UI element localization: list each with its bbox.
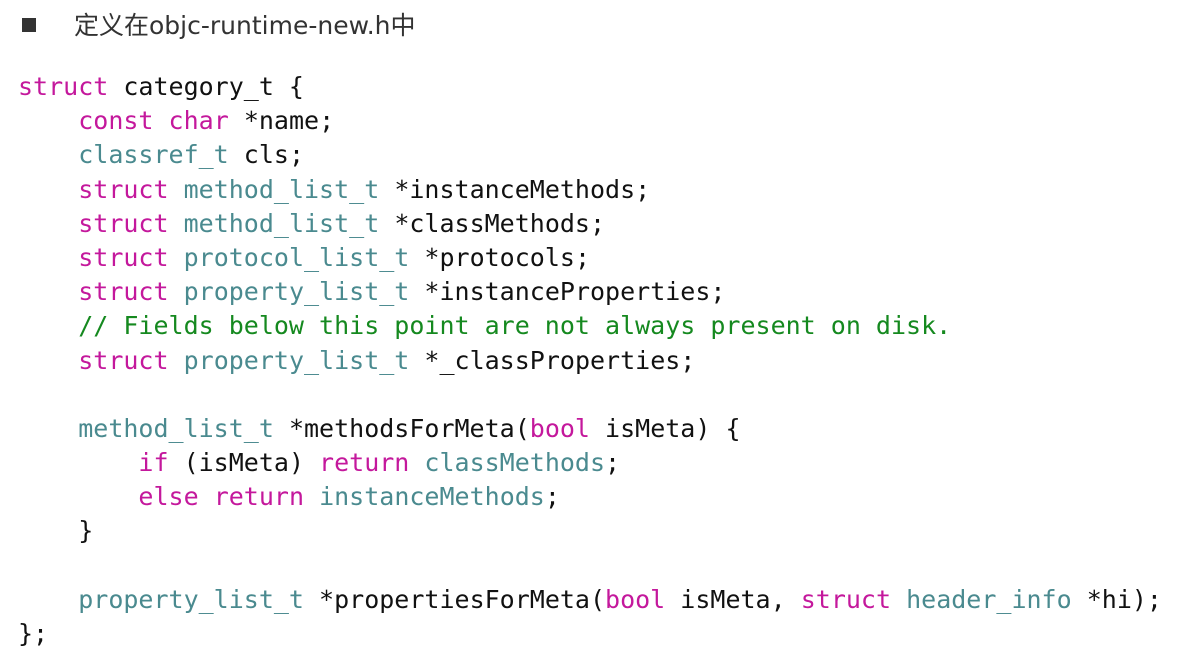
code-keyword: struct <box>78 345 169 375</box>
code-type: property_list_t <box>183 345 410 375</box>
code-line: method_list_t *methodsForMeta(bool isMet… <box>18 412 1162 446</box>
code-comment: // Fields below this point are not alway… <box>78 311 952 341</box>
code-keyword: char <box>168 106 229 136</box>
code-block: struct category_t { const char *name; cl… <box>18 70 1162 651</box>
code-line: struct property_list_t *instanceProperti… <box>18 275 1162 309</box>
code-type: header_info <box>906 584 1072 614</box>
code-type: protocol_list_t <box>183 242 410 272</box>
code-line: struct category_t { <box>18 70 1162 104</box>
code-type: instanceMethods <box>319 482 545 512</box>
code-line: // Fields below this point are not alway… <box>18 309 1162 343</box>
code-line: struct protocol_list_t *protocols; <box>18 241 1162 275</box>
code-type: property_list_t <box>78 584 304 614</box>
code-text: *hi); <box>1071 584 1162 614</box>
code-line: struct property_list_t *_classProperties… <box>18 344 1162 378</box>
code-keyword: if <box>138 448 169 478</box>
code-keyword: struct <box>78 208 169 238</box>
section-heading-text: 定义在objc-runtime-new.h中 <box>74 11 416 40</box>
code-keyword: bool <box>605 584 666 614</box>
code-type: method_list_t <box>183 208 380 238</box>
code-text: category_t { <box>108 72 304 101</box>
code-keyword: return <box>213 482 305 512</box>
code-text: *instanceMethods; <box>379 174 651 204</box>
code-keyword: struct <box>78 242 169 272</box>
code-type: property_list_t <box>183 277 410 307</box>
code-line: struct method_list_t *classMethods; <box>18 207 1162 241</box>
code-type: method_list_t <box>183 174 380 204</box>
section-heading: 定义在objc-runtime-new.h中 <box>22 4 416 44</box>
code-keyword: const <box>78 106 154 136</box>
code-text: *instanceProperties; <box>409 277 726 307</box>
code-line: property_list_t *propertiesForMeta(bool … <box>18 583 1162 617</box>
code-text: *name; <box>228 106 335 136</box>
square-bullet-icon <box>22 17 36 32</box>
code-type: classMethods <box>424 448 606 478</box>
code-text: *_classProperties; <box>409 345 696 375</box>
code-line: if (isMeta) return classMethods; <box>18 446 1162 480</box>
code-text: } <box>18 516 94 546</box>
code-text: *methodsForMeta( <box>273 413 530 443</box>
code-line: } <box>18 514 1162 548</box>
code-text: ; <box>605 448 621 478</box>
code-line: const char *name; <box>18 104 1162 138</box>
code-keyword: struct <box>78 174 169 204</box>
code-line: struct method_list_t *instanceMethods; <box>18 173 1162 207</box>
code-keyword: struct <box>18 72 109 101</box>
code-line: else return instanceMethods; <box>18 480 1162 514</box>
code-text: cls; <box>228 140 304 170</box>
code-keyword: return <box>319 448 410 478</box>
code-keyword: struct <box>78 277 169 307</box>
code-line: classref_t cls; <box>18 138 1162 172</box>
code-text: *propertiesForMeta( <box>304 584 606 614</box>
code-text: *protocols; <box>409 242 590 272</box>
code-text: (isMeta) <box>168 448 320 478</box>
code-text: ; <box>544 482 560 512</box>
code-text: isMeta, <box>665 584 801 614</box>
code-text: }; <box>18 619 49 648</box>
code-text: *classMethods; <box>379 208 606 238</box>
code-type: method_list_t <box>78 413 274 443</box>
code-keyword: else <box>138 482 199 512</box>
code-line: }; <box>18 617 1162 651</box>
code-keyword: struct <box>800 584 892 614</box>
code-text: isMeta) { <box>589 413 741 443</box>
code-type: classref_t <box>78 140 229 170</box>
code-keyword: bool <box>529 413 590 443</box>
